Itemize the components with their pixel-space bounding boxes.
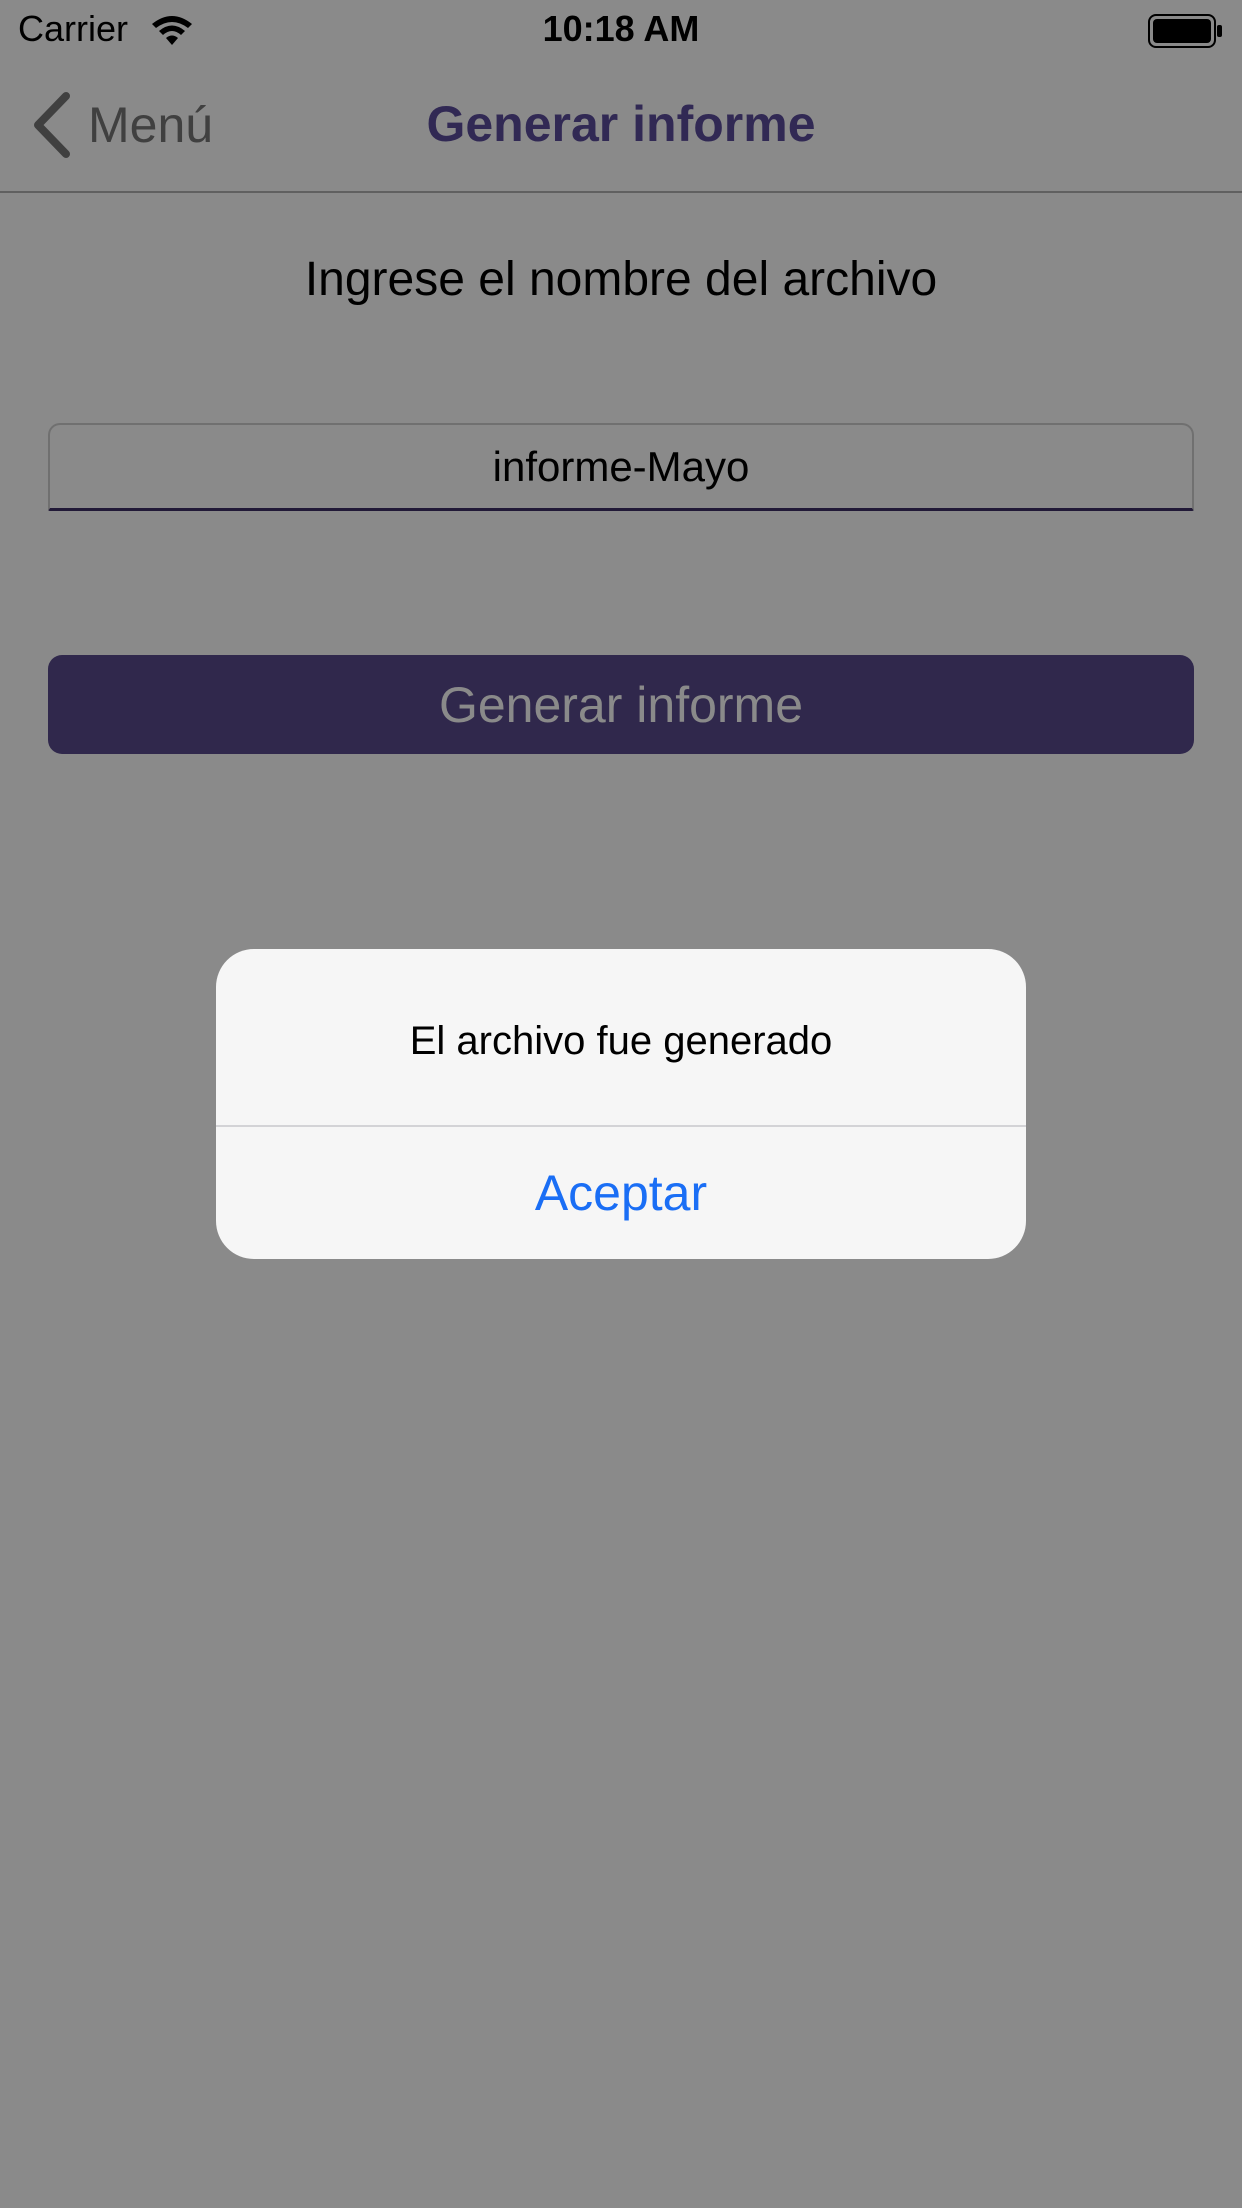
alert-message: El archivo fue generado xyxy=(409,1019,833,1063)
alert-dialog: El archivo fue generado Aceptar xyxy=(216,949,1026,1259)
accept-button[interactable]: Aceptar xyxy=(216,1127,1026,1259)
